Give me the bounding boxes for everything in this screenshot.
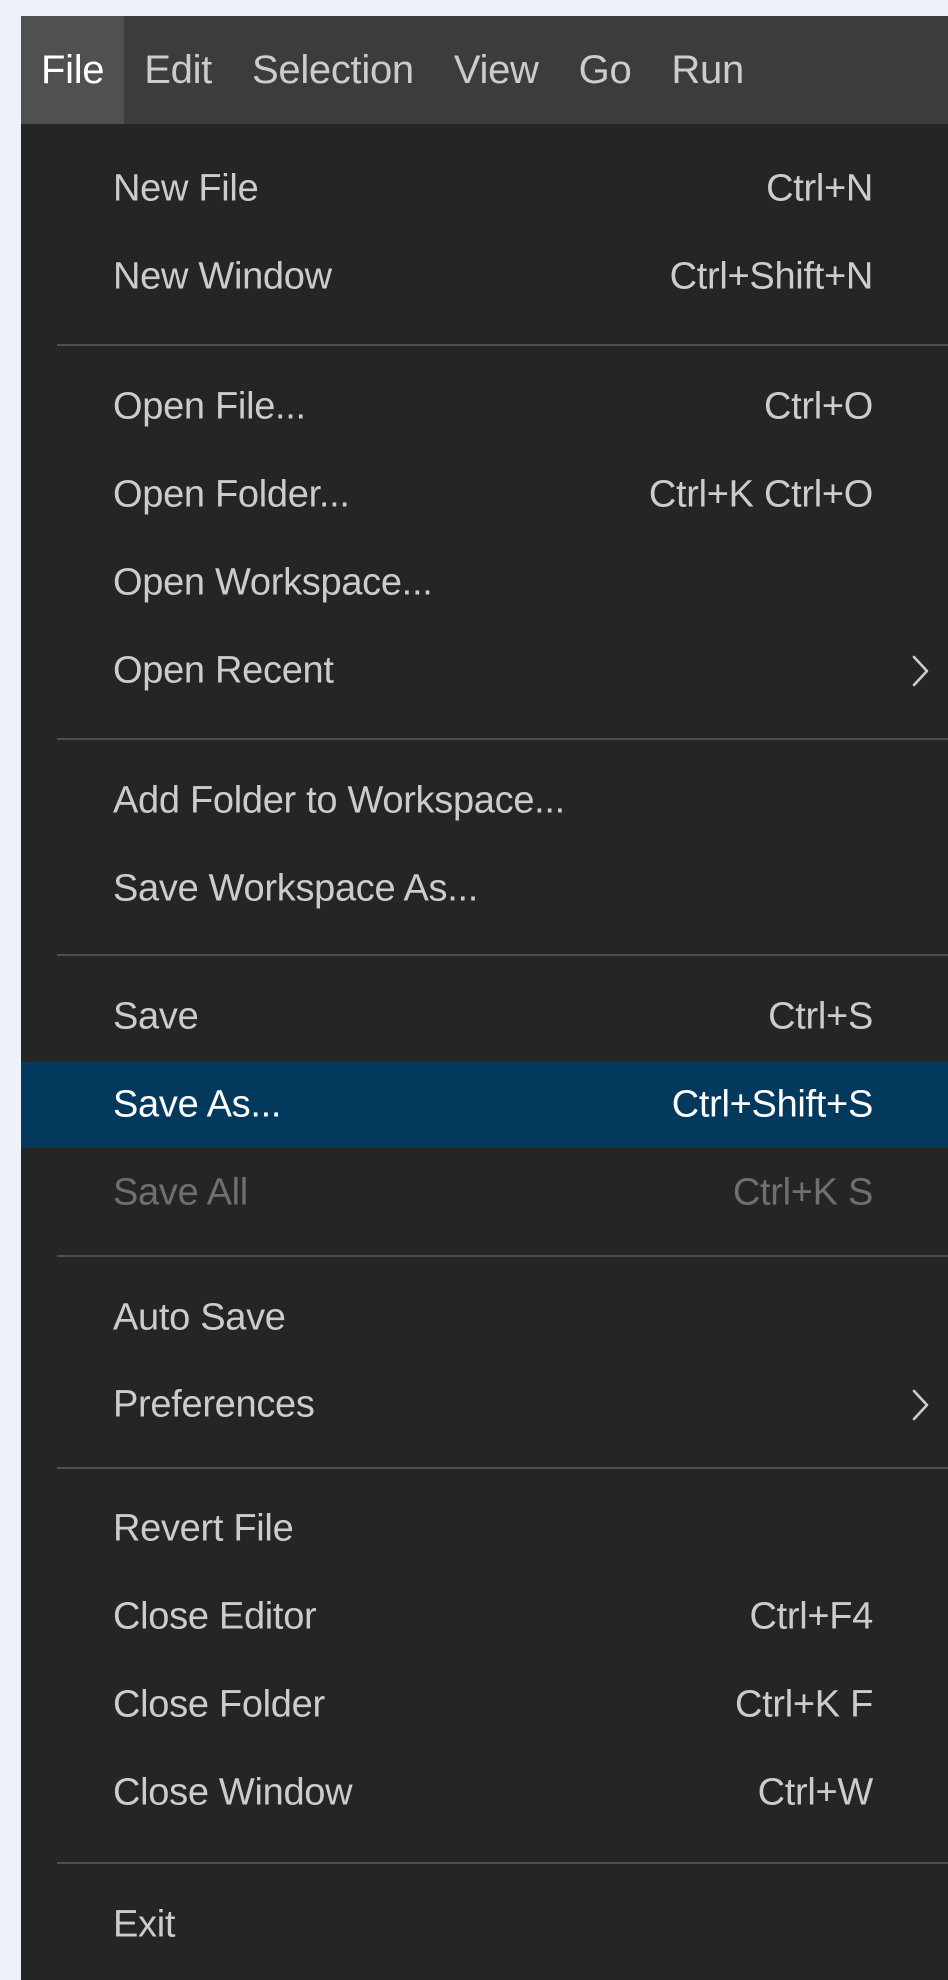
menu-bar-selection[interactable]: Selection	[232, 16, 434, 124]
menu-item-revert-file[interactable]: Revert File	[21, 1486, 948, 1572]
menu-item-add-folder-to-workspace[interactable]: Add Folder to Workspace...	[21, 758, 948, 844]
menu-item-shortcut: Ctrl+Shift+N	[669, 255, 874, 298]
menu-item-close-editor[interactable]: Close Editor Ctrl+F4	[21, 1574, 948, 1660]
menu-item-label: Open Recent	[113, 649, 334, 692]
menu-item-label: Auto Save	[113, 1296, 286, 1339]
menu-item-save[interactable]: Save Ctrl+S	[21, 974, 948, 1060]
menu-item-new-window[interactable]: New Window Ctrl+Shift+N	[21, 234, 948, 320]
menu-separator	[57, 1467, 948, 1469]
menu-item-label: Open Folder...	[113, 473, 350, 516]
menu-separator	[57, 954, 948, 956]
menu-item-save-workspace-as[interactable]: Save Workspace As...	[21, 846, 948, 932]
menu-item-new-file[interactable]: New File Ctrl+N	[21, 146, 948, 232]
menu-item-label: Save Workspace As...	[113, 867, 479, 910]
menu-item-label: Exit	[113, 1903, 176, 1946]
menu-item-label: Save All	[113, 1171, 248, 1214]
menu-item-save-all[interactable]: Save All Ctrl+K S	[21, 1150, 948, 1236]
menu-item-auto-save[interactable]: Auto Save	[21, 1275, 948, 1361]
menu-item-label: Save	[113, 995, 199, 1038]
menu-separator	[57, 1862, 948, 1864]
menu-item-label: Open Workspace...	[113, 561, 433, 604]
menu-item-shortcut: Ctrl+K Ctrl+O	[648, 473, 873, 516]
chevron-right-icon	[912, 655, 929, 687]
menu-item-open-workspace[interactable]: Open Workspace...	[21, 540, 948, 626]
menu-item-open-folder[interactable]: Open Folder... Ctrl+K Ctrl+O	[21, 452, 948, 538]
menu-item-open-recent[interactable]: Open Recent	[21, 628, 948, 714]
menu-item-label: Save As...	[113, 1083, 282, 1126]
menu-separator	[57, 738, 948, 740]
file-menu-dropdown: New File Ctrl+N New Window Ctrl+Shift+N …	[21, 124, 948, 1980]
menu-separator	[57, 344, 948, 346]
menu-item-preferences[interactable]: Preferences	[21, 1362, 948, 1448]
menu-item-shortcut: Ctrl+N	[766, 167, 873, 210]
menu-item-label: Close Folder	[113, 1683, 325, 1726]
menu-bar: File Edit Selection View Go Run	[21, 16, 948, 124]
menu-bar-run[interactable]: Run	[651, 16, 763, 124]
menu-bar-view[interactable]: View	[434, 16, 559, 124]
menu-item-shortcut: Ctrl+O	[763, 385, 873, 428]
menu-separator	[57, 1255, 948, 1257]
menu-bar-file[interactable]: File	[21, 16, 125, 124]
menu-item-exit[interactable]: Exit	[21, 1882, 948, 1968]
menu-item-label: Add Folder to Workspace...	[113, 779, 565, 822]
menu-item-label: Open File...	[113, 385, 306, 428]
menu-item-open-file[interactable]: Open File... Ctrl+O	[21, 364, 948, 450]
menu-item-label: Close Window	[113, 1771, 353, 1814]
menu-item-label: New Window	[113, 255, 332, 298]
menu-item-label: Revert File	[113, 1507, 294, 1550]
menu-item-shortcut: Ctrl+K S	[732, 1171, 873, 1214]
menu-item-shortcut: Ctrl+F4	[749, 1595, 873, 1638]
menu-item-label: Close Editor	[113, 1595, 317, 1638]
menu-item-close-window[interactable]: Close Window Ctrl+W	[21, 1750, 948, 1836]
app-frame: File Edit Selection View Go Run New File…	[0, 0, 948, 1980]
menu-item-shortcut: Ctrl+Shift+S	[671, 1083, 874, 1126]
menu-item-save-as[interactable]: Save As... Ctrl+Shift+S	[21, 1062, 948, 1148]
menu-item-label: Preferences	[113, 1383, 315, 1426]
menu-item-label: New File	[113, 167, 259, 210]
chevron-right-icon	[912, 1389, 929, 1421]
menu-bar-go[interactable]: Go	[559, 16, 652, 124]
menu-item-shortcut: Ctrl+W	[757, 1771, 874, 1814]
menu-item-shortcut: Ctrl+S	[768, 995, 873, 1038]
menu-item-close-folder[interactable]: Close Folder Ctrl+K F	[21, 1662, 948, 1748]
menu-bar-edit[interactable]: Edit	[124, 16, 232, 124]
menu-item-shortcut: Ctrl+K F	[734, 1683, 873, 1726]
